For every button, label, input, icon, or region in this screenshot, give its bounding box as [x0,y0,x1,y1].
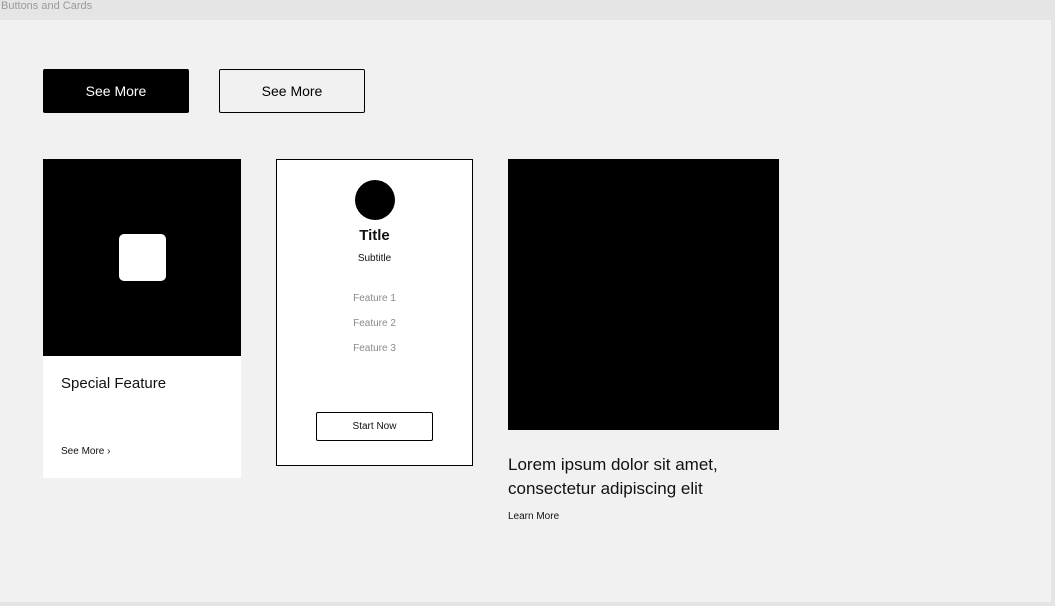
see-more-secondary-button[interactable]: See More [219,69,365,113]
feature-list: Feature 1 Feature 2 Feature 3 [277,292,472,367]
pricing-card: Title Subtitle Feature 1 Feature 2 Featu… [276,159,473,466]
special-feature-card: Special Feature See More › [43,159,241,478]
see-more-primary-button[interactable]: See More [43,69,189,113]
learn-more-link[interactable]: Learn More [508,511,559,522]
feature-item: Feature 1 [353,293,396,304]
card-title: Special Feature [61,375,167,392]
article-card-text: Lorem ipsum dolor sit amet, consectetur … [508,455,718,498]
start-now-button[interactable]: Start Now [316,412,433,441]
feature-item: Feature 2 [353,318,396,329]
card-title: Title [359,227,390,244]
card-subtitle: Subtitle [357,253,392,264]
frame-label: Buttons and Cards [1,0,93,12]
image-placeholder-icon [119,234,166,281]
feature-item: Feature 3 [353,343,396,354]
card-media [43,159,241,356]
canvas: See More See More Special Feature See Mo… [0,20,1051,602]
avatar [355,180,395,220]
article-card-media [508,159,779,430]
see-more-link[interactable]: See More › [61,446,110,457]
